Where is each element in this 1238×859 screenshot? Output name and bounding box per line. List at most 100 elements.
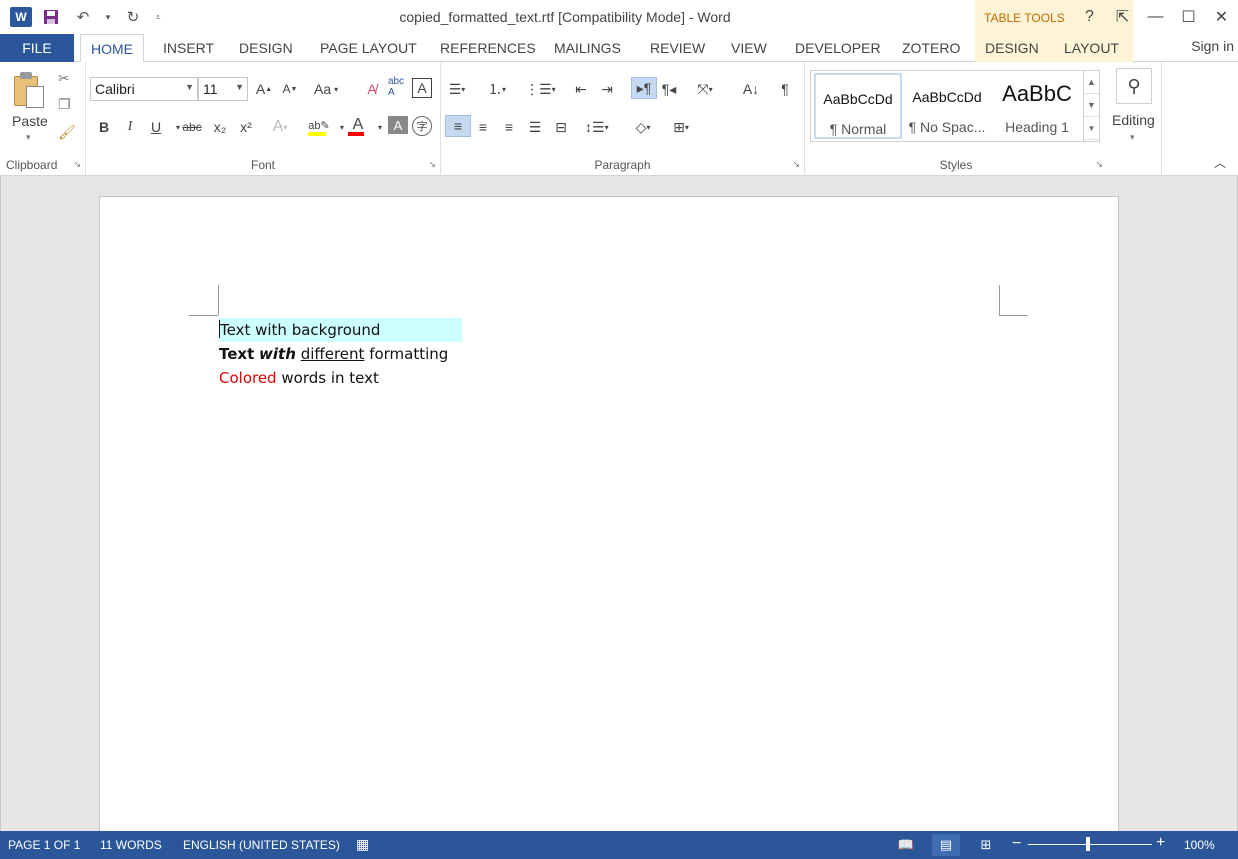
tab-table-design[interactable]: DESIGN: [975, 34, 1054, 62]
window-title: copied_formatted_text.rtf [Compatibility…: [399, 9, 731, 25]
styles-gallery-scroll[interactable]: ▲ ▼ ▾: [1083, 71, 1099, 141]
ribbon-display-options-icon[interactable]: ⇱: [1106, 0, 1139, 34]
font-color-dropdown-icon[interactable]: ▾: [370, 116, 390, 138]
more-styles-icon[interactable]: ▾: [1084, 117, 1099, 140]
bold-italic-text: with: [259, 345, 296, 363]
rtl-direction-icon[interactable]: ¶◂: [659, 78, 679, 100]
tab-references[interactable]: REFERENCES: [430, 34, 546, 62]
tab-view[interactable]: VIEW: [721, 34, 777, 62]
print-layout-icon[interactable]: ▤: [932, 834, 960, 856]
ltr-direction-icon[interactable]: ▸¶: [631, 77, 657, 99]
editing-dropdown-icon[interactable]: ▾: [1130, 132, 1135, 143]
copy-icon[interactable]: ❐: [58, 96, 71, 113]
font-name-combo[interactable]: Calibri ▼: [90, 77, 198, 101]
text-effects-icon[interactable]: A ▾: [270, 116, 290, 138]
font-size-combo[interactable]: 11 ▼: [198, 77, 248, 101]
tab-design[interactable]: DESIGN: [229, 34, 303, 62]
tab-review[interactable]: REVIEW: [640, 34, 715, 62]
scroll-down-icon[interactable]: ▼: [1084, 94, 1099, 117]
distributed-icon[interactable]: ⊟: [551, 116, 571, 138]
align-left-icon[interactable]: ≡: [445, 115, 471, 137]
highlight-color-icon[interactable]: ab✎: [306, 114, 332, 136]
paste-dropdown-icon[interactable]: ▾: [26, 132, 31, 143]
strikethrough-button[interactable]: abc: [182, 116, 202, 138]
character-shading-icon[interactable]: A: [388, 116, 408, 134]
font-group: Calibri ▼ 11 ▼ A ▲ A ▼ Aa ▾ A̸ abc A A B I U ▾…: [86, 62, 441, 176]
help-icon[interactable]: ?: [1073, 0, 1106, 34]
zoom-in-button[interactable]: +: [1156, 834, 1165, 852]
cut-icon[interactable]: ✂: [58, 70, 70, 87]
font-color-icon[interactable]: A: [346, 114, 370, 136]
clear-formatting-icon[interactable]: A̸: [362, 78, 382, 100]
show-formatting-marks-icon[interactable]: ¶: [775, 78, 795, 100]
scroll-up-icon[interactable]: ▲: [1084, 71, 1099, 94]
clipboard-launcher-icon[interactable]: ↘: [73, 159, 81, 170]
asian-layout-icon[interactable]: ⤧ ▾: [695, 78, 715, 100]
tab-zotero[interactable]: ZOTERO: [892, 34, 970, 62]
binoculars-icon[interactable]: ⚲: [1116, 68, 1152, 104]
read-mode-icon[interactable]: 📖: [892, 834, 920, 856]
decrease-indent-icon[interactable]: ⇤: [571, 78, 591, 100]
bold-button[interactable]: B: [94, 116, 114, 138]
paste-icon[interactable]: [14, 72, 46, 108]
justify-icon[interactable]: ☰: [525, 116, 545, 138]
line-spacing-icon[interactable]: ↕☰ ▾: [585, 116, 609, 138]
tab-home[interactable]: HOME: [80, 34, 144, 63]
styles-launcher-icon[interactable]: ↘: [1095, 159, 1103, 170]
phonetic-guide-icon[interactable]: abc A: [386, 76, 406, 98]
paragraph-label: Paragraph: [594, 158, 651, 172]
character-border-icon[interactable]: A: [412, 78, 432, 98]
style-no-spacing[interactable]: AaBbCcDd ¶ No Spac...: [903, 73, 991, 139]
paste-button[interactable]: Paste: [12, 113, 48, 129]
bullets-icon[interactable]: ☰ ▾: [447, 78, 467, 100]
language-indicator[interactable]: ENGLISH (UNITED STATES): [183, 838, 340, 852]
zoom-slider-thumb[interactable]: [1086, 837, 1090, 851]
document-page[interactable]: Text with background Text with different…: [99, 196, 1119, 856]
font-launcher-icon[interactable]: ↘: [428, 159, 436, 170]
paragraph-launcher-icon[interactable]: ↘: [792, 159, 800, 170]
superscript-button[interactable]: x²: [236, 116, 256, 138]
sort-icon[interactable]: A↓: [741, 78, 761, 100]
tab-developer[interactable]: DEVELOPER: [785, 34, 891, 62]
style-heading-1[interactable]: AaBbC Heading 1: [993, 73, 1081, 139]
zoom-slider[interactable]: [1028, 844, 1152, 845]
shading-icon[interactable]: ◇ ▾: [633, 116, 653, 138]
document-body[interactable]: Text with background Text with different…: [219, 318, 462, 390]
web-layout-icon[interactable]: ⊞: [972, 834, 1000, 856]
borders-icon[interactable]: ⊞ ▾: [671, 116, 691, 138]
tab-mailings[interactable]: MAILINGS: [544, 34, 631, 62]
close-button[interactable]: ✕: [1205, 0, 1238, 34]
table-tools-label: TABLE TOOLS: [984, 11, 1065, 25]
italic-button[interactable]: I: [120, 116, 140, 138]
proofing-icon[interactable]: ▦: [356, 836, 369, 853]
window-controls: ? ⇱ — ☐ ✕: [1073, 0, 1238, 34]
subscript-button[interactable]: x₂: [210, 116, 230, 138]
align-right-icon[interactable]: ≡: [499, 116, 519, 138]
grow-font-icon[interactable]: A ▲: [254, 78, 274, 100]
enclose-characters-icon[interactable]: 字: [412, 116, 432, 136]
align-center-icon[interactable]: ≡: [473, 116, 493, 138]
tab-page-layout[interactable]: PAGE LAYOUT: [310, 34, 427, 62]
collapse-ribbon-icon[interactable]: ︿: [1214, 154, 1226, 171]
shrink-font-icon[interactable]: A ▼: [280, 78, 300, 100]
editing-button[interactable]: Editing: [1112, 112, 1155, 128]
maximize-button[interactable]: ☐: [1172, 0, 1205, 34]
font-label: Font: [250, 158, 275, 172]
format-painter-icon[interactable]: 🖌: [58, 124, 76, 141]
tab-file[interactable]: FILE: [0, 34, 74, 62]
change-case-button[interactable]: Aa ▾: [314, 78, 338, 100]
tab-insert[interactable]: INSERT: [153, 34, 224, 62]
word-count[interactable]: 11 WORDS: [100, 838, 162, 852]
minimize-button[interactable]: —: [1139, 0, 1172, 34]
tab-table-layout[interactable]: LAYOUT: [1054, 34, 1133, 62]
increase-indent-icon[interactable]: ⇥: [597, 78, 617, 100]
multilevel-list-icon[interactable]: ⋮☰ ▾: [525, 78, 556, 100]
sign-in-link[interactable]: Sign in: [1191, 38, 1234, 54]
line-colored-text: Colored words in text: [219, 366, 462, 390]
style-normal[interactable]: AaBbCcDd ¶ Normal: [814, 73, 902, 139]
zoom-level[interactable]: 100%: [1184, 838, 1215, 852]
zoom-out-button[interactable]: −: [1012, 835, 1021, 853]
underline-button[interactable]: U: [146, 116, 166, 138]
page-count[interactable]: PAGE 1 OF 1: [8, 838, 80, 852]
numbering-icon[interactable]: ⒈ ▾: [487, 78, 507, 100]
